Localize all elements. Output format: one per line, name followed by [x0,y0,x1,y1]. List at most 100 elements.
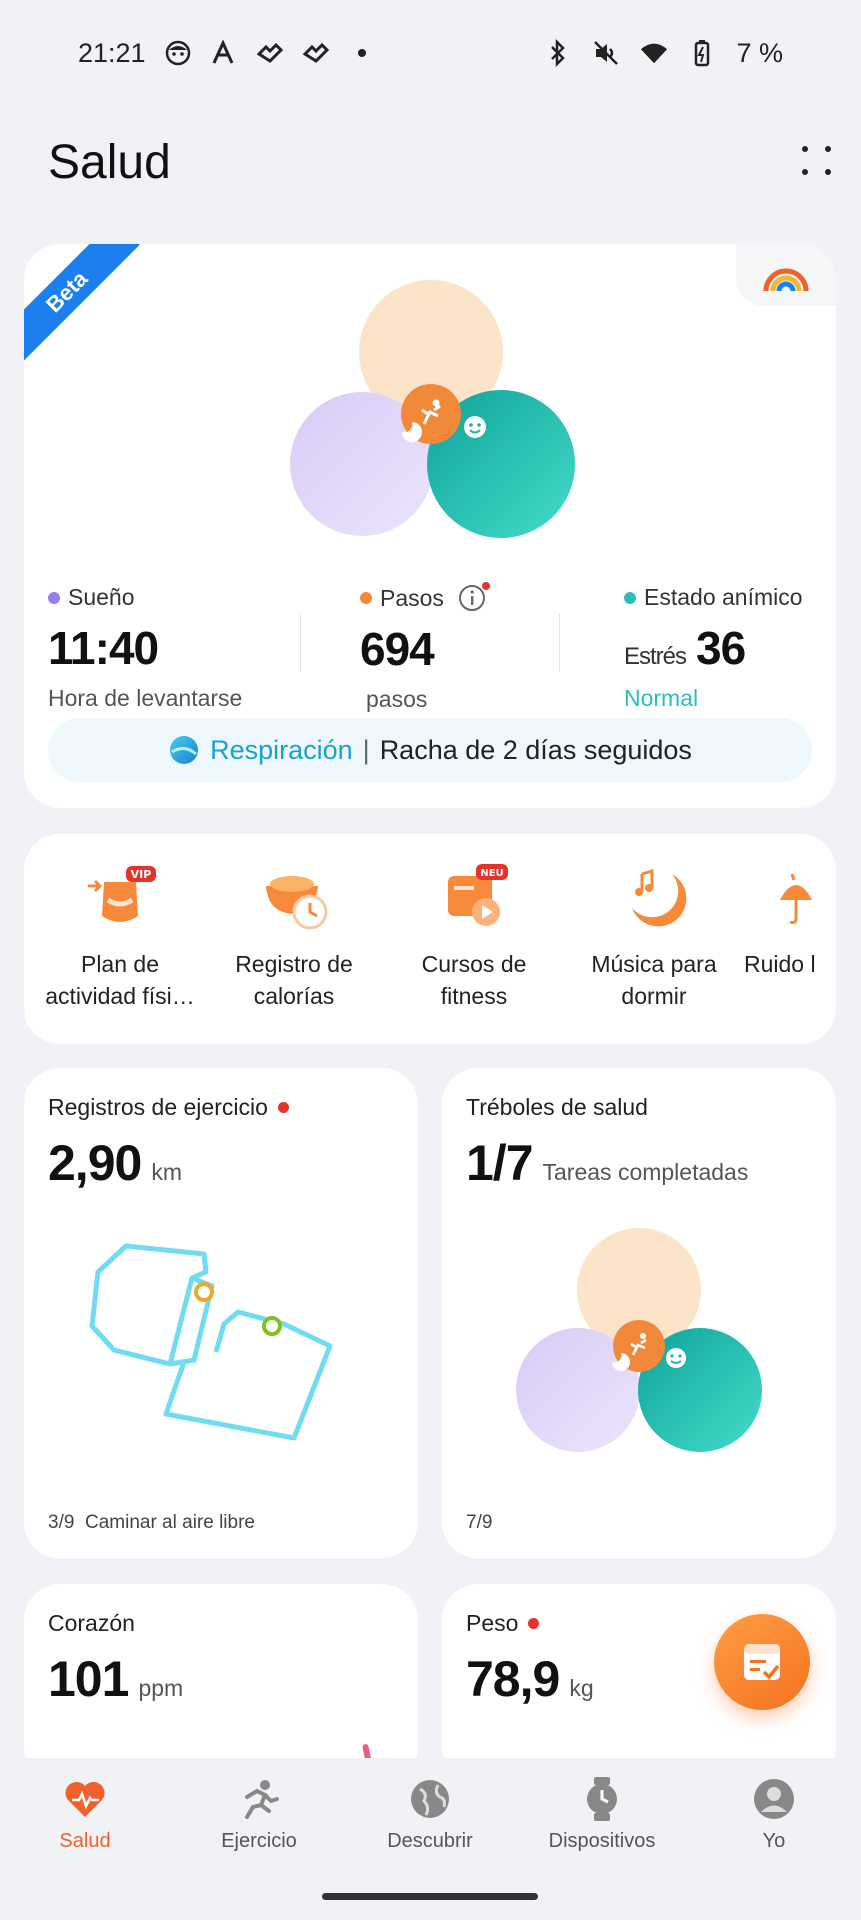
more-options-button[interactable] [798,142,838,182]
exercise-footer-text: Caminar al aire libre [84,1512,255,1533]
home-indicator[interactable] [322,1893,538,1900]
shortcut-label-line1: Registro de [235,951,353,977]
clovers-progress: 1/7 [466,1135,534,1191]
muted-icon [592,39,620,67]
vip-badge: VIP [131,868,152,881]
exercise-distance: 2,90 [48,1135,142,1191]
three-petal-chart [290,280,575,538]
rainbow-icon [763,268,809,292]
nav-salud[interactable]: Salud [10,1776,160,1853]
mood-dot [624,591,636,604]
shortcut-noise[interactable]: Ruido l [740,856,836,980]
nav-ejercicio[interactable]: Ejercicio [184,1776,334,1853]
weight-title: Peso [466,1610,519,1636]
watch-icon [579,1776,625,1822]
route-map [89,1243,333,1441]
health-summary-card[interactable]: Beta Sueño 11:40 Hora de levantarse Paso… [24,244,836,808]
running-icon [236,1776,282,1822]
mood-label: Estado anímico [644,584,803,610]
smile-icon [464,416,486,438]
heart-rate-card[interactable]: Corazón 101 ppm [24,1584,418,1784]
status-time: 21:21 [78,37,146,68]
nav-label: Ejercicio [221,1830,297,1852]
shortcut-label-line2: fitness [440,983,508,1009]
sleep-sub: Hora de levantarse [48,685,243,711]
profile-icon [751,1776,797,1822]
calorie-log-icon [252,856,336,940]
notification-dot [481,582,490,590]
clovers-title: Tréboles de salud [466,1094,648,1120]
sleep-dot [48,591,60,604]
streak-text: Racha de 2 días seguidos [379,734,692,765]
shortcut-activity-plan[interactable]: VIP Plan de actividad físi… [30,856,210,1012]
exercise-unit: km [151,1159,182,1185]
health-notification-icon [256,39,284,67]
globe-icon [407,1776,453,1822]
shortcuts-card: VIP Plan de actividad físi… Registro de ca… [24,834,836,1044]
font-notification-icon [210,39,238,67]
stress-status: Normal [624,685,699,711]
nav-label: Salud [59,1830,111,1852]
battery-icon [688,39,716,67]
health-clovers-card[interactable]: Tréboles de salud 1/7 Tareas completadas … [442,1068,836,1558]
heart-title: Corazón [48,1610,135,1636]
more-dot-icon [802,146,808,152]
battery-percent: 7 % [736,37,783,68]
shortcut-label-line2: actividad físi… [45,983,195,1009]
nav-label: Dispositivos [548,1830,656,1852]
more-dot-icon [825,169,831,175]
weight-unit: kg [569,1675,594,1701]
fitness-courses-icon: NEU [432,856,516,940]
shortcut-calorie-log[interactable]: Registro de calorías [204,856,384,1012]
shortcut-label-line1: Plan de [80,951,159,977]
wifi-icon [640,39,668,67]
clovers-unit: Tareas completadas [542,1159,749,1185]
exercise-title: Registros de ejercicio [48,1094,268,1120]
heart-rate-unit: ppm [138,1675,184,1701]
breathing-streak-banner[interactable]: Respiración | Racha de 2 días seguidos [48,718,812,782]
noise-icon [766,856,836,940]
mood-metric[interactable]: Estado anímico Estrés 36 Normal [624,584,803,712]
divider [559,614,560,672]
route-end-marker [262,1316,282,1336]
steps-value: 694 [360,623,435,675]
nav-dispositivos[interactable]: Dispositivos [527,1776,677,1853]
stress-prefix: Estrés [624,643,687,670]
status-bar: 21:21 7 % [0,0,861,106]
steps-sub: pasos [366,686,428,712]
face-notification-icon [164,39,192,67]
sleep-label: Sueño [68,584,135,610]
heart-rate-value: 101 [48,1651,129,1707]
sleep-metric[interactable]: Sueño 11:40 Hora de levantarse [48,584,242,712]
quick-log-button[interactable] [714,1614,810,1710]
shortcut-fitness-courses[interactable]: NEU Cursos de fitness [384,856,564,1012]
sleep-music-icon [612,856,696,940]
breathing-globe-icon [170,736,199,764]
shortcut-label-line2: dormir [621,983,687,1009]
beta-badge: Beta [24,244,140,365]
shortcut-sleep-music[interactable]: Música para dormir [564,856,744,1012]
more-dot-icon [802,169,808,175]
streak-separator: | [362,734,370,765]
notification-dot [277,1102,289,1113]
rainbow-button[interactable] [736,244,836,306]
activity-plan-icon: VIP [78,856,162,940]
smile-icon [666,1348,686,1368]
breathing-link[interactable]: Respiración [210,735,353,766]
nav-descubrir[interactable]: Descubrir [355,1776,505,1853]
route-start-marker [194,1282,214,1302]
nav-yo[interactable]: Yo [699,1776,849,1853]
exercise-records-card[interactable]: Registros de ejercicio 2,90 km 3/9 Camina… [24,1068,418,1558]
clovers-footer: 7/9 [466,1512,493,1533]
page-title: Salud [48,135,171,189]
new-badge: NEU [480,868,503,879]
shortcut-label-line1: Música para [591,951,717,977]
shortcut-label-line1: Cursos de [421,951,527,977]
app-header: Salud [48,130,838,194]
shortcut-label-line2: calorías [253,983,335,1009]
checklist-icon [744,1644,780,1680]
steps-metric[interactable]: Pasos 694 pasos [360,582,490,713]
info-icon[interactable] [458,582,490,612]
bluetooth-icon [544,39,572,67]
notification-dot [528,1618,540,1629]
